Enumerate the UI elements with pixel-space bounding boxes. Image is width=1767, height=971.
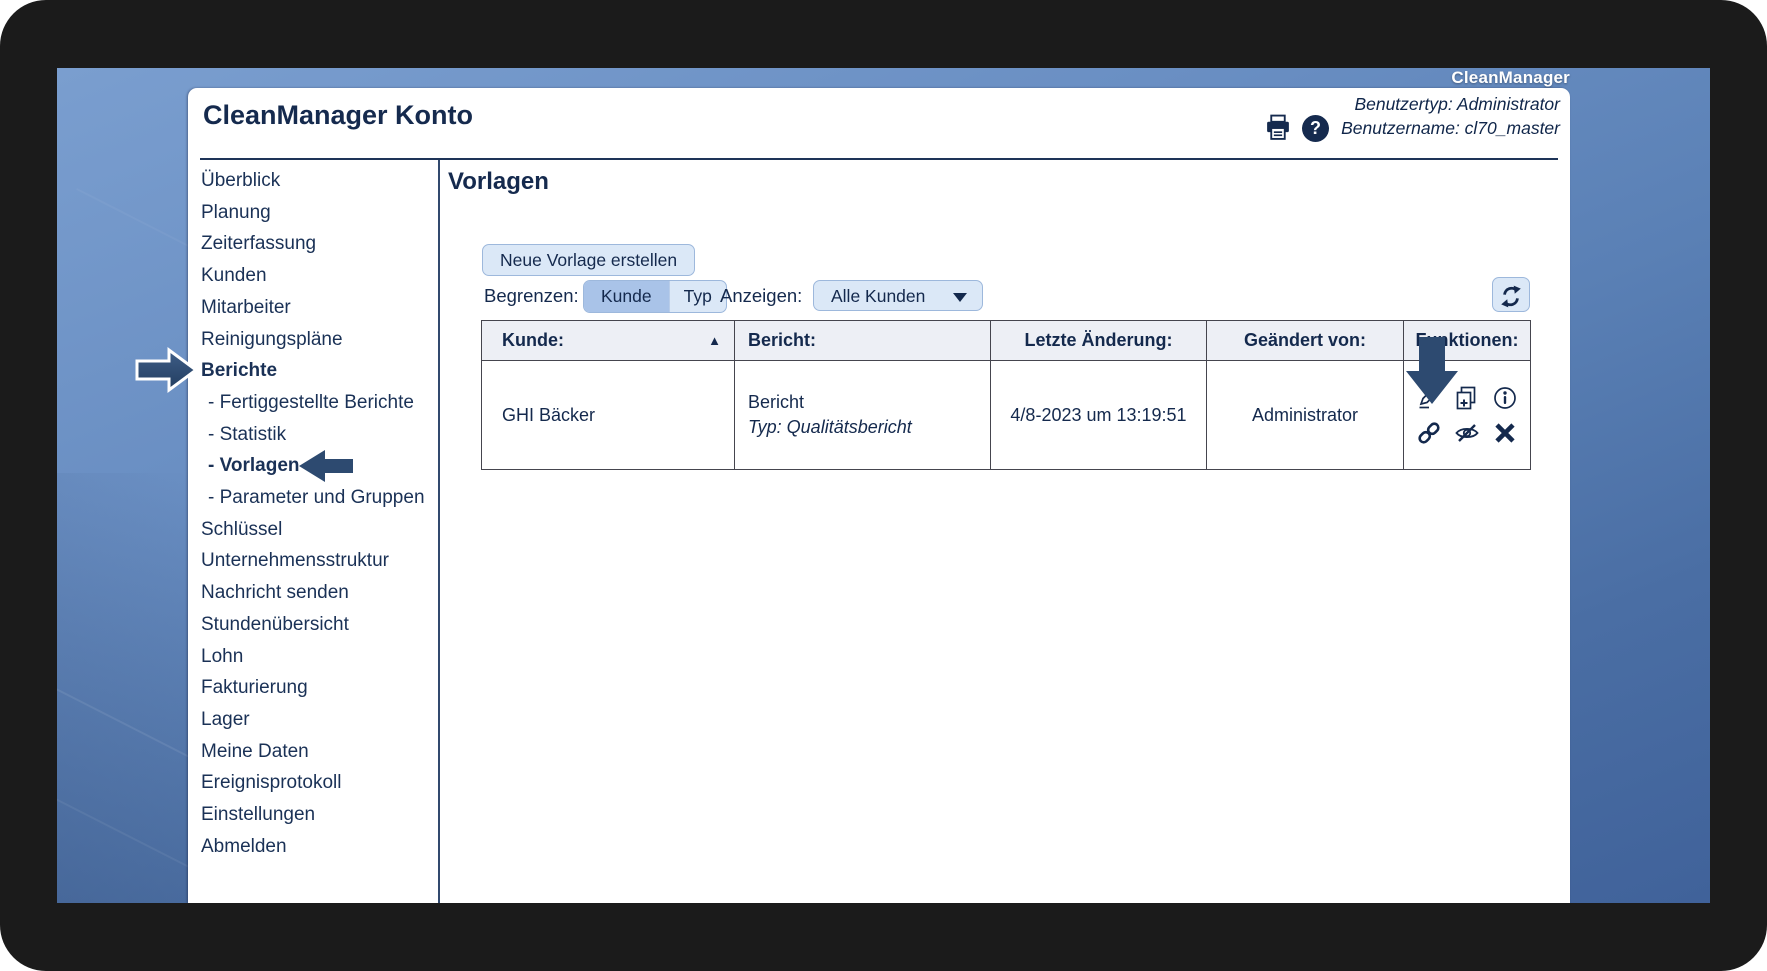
sidebar-item-berichte[interactable]: Berichte: [201, 355, 438, 387]
main-content: Vorlagen Neue Vorlage erstellen Begrenze…: [438, 160, 1570, 903]
copy-add-icon[interactable]: [1454, 385, 1480, 411]
limit-label: Begrenzen:: [484, 285, 579, 307]
table-row: GHI Bäcker Bericht Typ: Qualitätsbericht…: [482, 361, 1531, 470]
cell-geaendert-von: Administrator: [1207, 361, 1404, 470]
sidebar-item-abmelden[interactable]: Abmelden: [201, 831, 438, 863]
column-header-geaendert-von[interactable]: Geändert von:: [1207, 321, 1404, 361]
show-label: Anzeigen:: [720, 285, 802, 307]
sidebar-item-fakturierung[interactable]: Fakturierung: [201, 672, 438, 704]
refresh-button[interactable]: [1492, 277, 1530, 312]
sidebar-item-ereignisprotokoll[interactable]: Ereignisprotokoll: [201, 767, 438, 799]
page-title: CleanManager Konto: [203, 100, 473, 131]
chevron-down-icon: [953, 293, 967, 302]
user-type: Benutzertyp: Administrator: [1341, 93, 1560, 117]
cell-kunde: GHI Bäcker: [482, 361, 735, 470]
bericht-typ: Typ: Qualitätsbericht: [748, 415, 989, 440]
section-heading: Vorlagen: [448, 168, 549, 196]
cell-funktionen: [1404, 361, 1531, 470]
column-header-bericht[interactable]: Bericht:: [735, 321, 991, 361]
sidebar-item-planung[interactable]: Planung: [201, 197, 438, 229]
hide-eye-icon[interactable]: [1454, 420, 1480, 446]
sidebar-item-lager[interactable]: Lager: [201, 704, 438, 736]
sidebar-item-kunden[interactable]: Kunden: [201, 260, 438, 292]
desktop-background: CleanManager CleanManager Konto ? Benutz…: [57, 68, 1710, 903]
refresh-icon: [1498, 284, 1524, 309]
cell-bericht: Bericht Typ: Qualitätsbericht: [735, 361, 991, 470]
sidebar-item-nachricht-senden[interactable]: Nachricht senden: [201, 577, 438, 609]
sidebar-item-parameter-und-gruppen[interactable]: - Parameter und Gruppen: [201, 482, 438, 514]
link-icon[interactable]: [1416, 420, 1442, 446]
function-icon-grid: [1416, 385, 1530, 446]
device-frame: CleanManager CleanManager Konto ? Benutz…: [0, 0, 1767, 971]
sort-ascending-icon: ▲: [708, 333, 721, 348]
sidebar-item-mitarbeiter[interactable]: Mitarbeiter: [201, 292, 438, 324]
new-template-button[interactable]: Neue Vorlage erstellen: [482, 244, 695, 276]
templates-table: Kunde: ▲ Bericht: Letzte Änderung: Geänd…: [481, 320, 1531, 470]
sidebar-item-einstellungen[interactable]: Einstellungen: [201, 799, 438, 831]
sidebar-item-reinigungspläne[interactable]: Reinigungspläne: [201, 324, 438, 356]
segment-kunde[interactable]: Kunde: [584, 281, 669, 312]
dropdown-value: Alle Kunden: [831, 281, 925, 312]
user-name: Benutzername: cl70_master: [1341, 117, 1560, 141]
print-icon[interactable]: [1264, 114, 1292, 141]
delete-x-icon[interactable]: [1492, 420, 1518, 446]
sidebar-nav: ÜberblickPlanungZeiterfassungKundenMitar…: [188, 160, 440, 903]
customer-filter-dropdown[interactable]: Alle Kunden: [813, 280, 983, 311]
cleanmanager-watermark: CleanManager: [57, 68, 1570, 88]
column-header-letzte-aenderung[interactable]: Letzte Änderung:: [991, 321, 1207, 361]
column-header-kunde[interactable]: Kunde: ▲: [482, 321, 735, 361]
segment-typ[interactable]: Typ: [669, 281, 726, 312]
limit-segmented-control: Kunde Typ: [583, 280, 727, 313]
info-icon[interactable]: [1492, 385, 1518, 411]
edit-pencil-icon[interactable]: [1416, 385, 1442, 411]
sidebar-item-statistik[interactable]: - Statistik: [201, 419, 438, 451]
sidebar-item-unternehmensstruktur[interactable]: Unternehmensstruktur: [201, 545, 438, 577]
sidebar-item-überblick[interactable]: Überblick: [201, 165, 438, 197]
table-header-row: Kunde: ▲ Bericht: Letzte Änderung: Geänd…: [482, 321, 1531, 361]
sidebar-list: ÜberblickPlanungZeiterfassungKundenMitar…: [188, 160, 438, 862]
sidebar-item-vorlagen[interactable]: - Vorlagen: [201, 450, 438, 482]
sidebar-item-stundenübersicht[interactable]: Stundenübersicht: [201, 609, 438, 641]
sidebar-item-lohn[interactable]: Lohn: [201, 641, 438, 673]
help-icon[interactable]: ?: [1302, 115, 1329, 142]
user-info: Benutzertyp: Administrator Benutzername:…: [1341, 93, 1560, 140]
app-window: CleanManager Konto ? Benutzertyp: Admini…: [188, 88, 1570, 903]
sidebar-item-schlüssel[interactable]: Schlüssel: [201, 514, 438, 546]
sidebar-item-fertiggestellte-berichte[interactable]: - Fertiggestellte Berichte: [201, 387, 438, 419]
bericht-name: Bericht: [748, 390, 989, 415]
sidebar-item-meine-daten[interactable]: Meine Daten: [201, 736, 438, 768]
column-header-funktionen: Funktionen:: [1404, 321, 1531, 361]
sidebar-item-zeiterfassung[interactable]: Zeiterfassung: [201, 228, 438, 260]
cell-letzte-aenderung: 4/8-2023 um 13:19:51: [991, 361, 1207, 470]
